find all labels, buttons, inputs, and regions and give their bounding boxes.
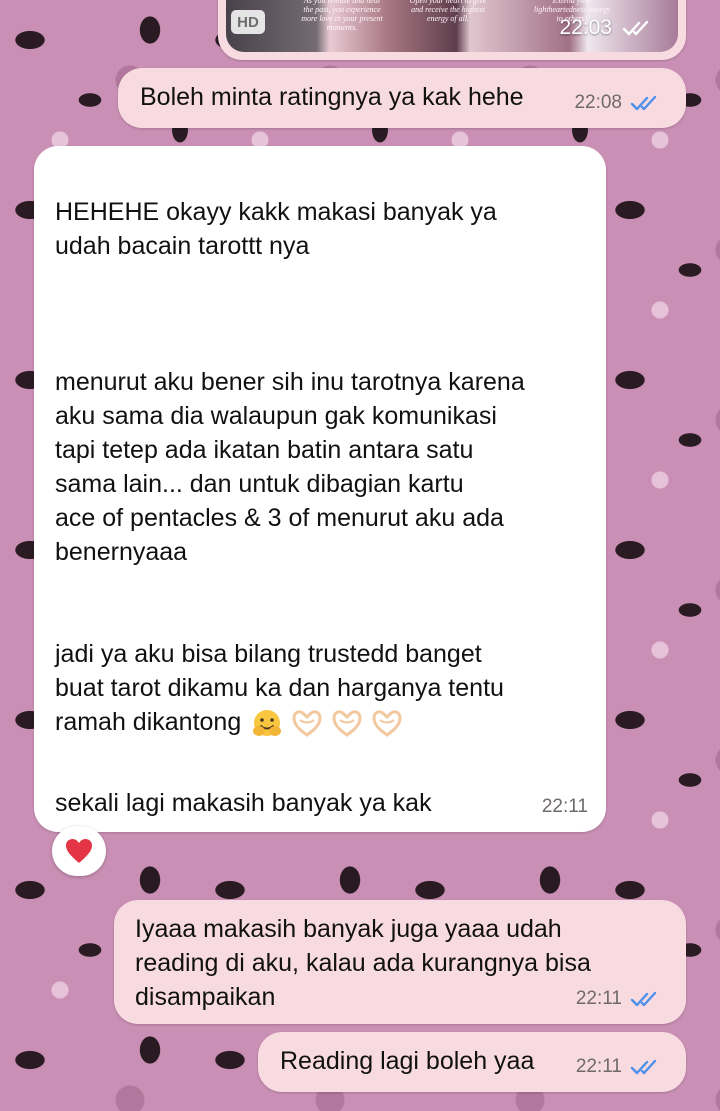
outgoing-message[interactable]: Reading lagi boleh yaa 22:11 — [258, 1032, 686, 1092]
media-message[interactable]: As you release and heal the past, you ex… — [218, 0, 686, 60]
message-meta: 22:11 — [576, 1050, 664, 1084]
double-check-icon — [630, 991, 657, 1007]
outgoing-message[interactable]: Iyaaa makasih banyak juga yaaa udah read… — [114, 900, 686, 1024]
message-time: 22:11 — [541, 796, 588, 817]
heart-hands-icon — [372, 710, 402, 738]
message-meta: 22:11 — [576, 982, 664, 1016]
message-meta: 22:11 — [542, 790, 588, 824]
message-text: HEHEHE okayy kakk makasi banyak ya udah … — [55, 161, 585, 739]
message-meta: 22:08 — [574, 86, 664, 120]
heart-hands-icon — [292, 710, 322, 738]
message-time: 22:11 — [575, 988, 622, 1009]
message-time: 22:11 — [575, 1056, 622, 1077]
message-body: HEHEHE okayy kakk makasi banyak ya udah … — [55, 198, 525, 736]
heart-hands-icon — [332, 710, 362, 738]
double-check-icon — [622, 20, 649, 36]
card-text: As you release and heal the past, you ex… — [301, 0, 383, 32]
hd-badge: HD — [231, 10, 265, 34]
message-text: Boleh minta ratingnya ya kak hehe — [140, 83, 524, 111]
emoji-group — [249, 707, 405, 739]
chat-area[interactable]: As you release and heal the past, you ex… — [0, 0, 720, 1111]
outgoing-message[interactable]: Boleh minta ratingnya ya kak hehe 22:08 — [118, 68, 686, 128]
hugging-face-icon — [253, 710, 282, 737]
card-text: Open your heart to give and receive the … — [409, 0, 487, 23]
message-time: 22:08 — [574, 92, 622, 113]
incoming-message[interactable]: HEHEHE okayy kakk makasi banyak ya udah … — [34, 146, 606, 832]
reaction-badge[interactable] — [52, 826, 106, 876]
double-check-icon — [630, 1059, 657, 1075]
double-check-icon — [630, 95, 657, 111]
message-text: Reading lagi boleh yaa — [280, 1047, 535, 1075]
message-time: 22:03 — [559, 16, 612, 39]
message-meta: 22:03 — [559, 16, 656, 40]
message-text: sekali lagi makasih banyak ya kak — [55, 789, 432, 817]
red-heart-icon — [66, 839, 92, 863]
